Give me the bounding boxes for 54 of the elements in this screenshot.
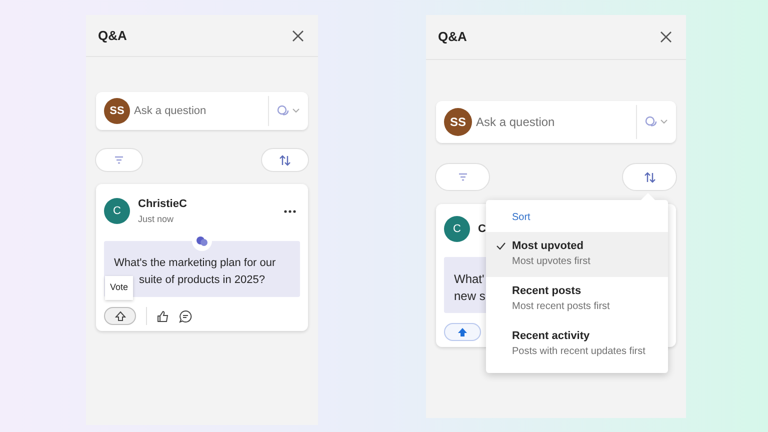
up-arrow-icon <box>457 327 468 337</box>
vote-button[interactable] <box>444 323 481 341</box>
option-description: Most upvotes first <box>512 255 590 269</box>
like-button[interactable] <box>157 310 169 322</box>
chat-question-icon <box>277 105 289 117</box>
question-text: new s <box>454 288 486 305</box>
panel-title: Q&A <box>438 28 467 46</box>
user-avatar: SS <box>104 98 130 124</box>
chevron-down-icon <box>660 119 668 125</box>
reply-button[interactable] <box>179 310 192 322</box>
question-input[interactable]: Ask a question <box>134 102 260 120</box>
sort-option[interactable]: Most upvoted Most upvotes first <box>486 232 668 277</box>
thumbs-up-icon <box>157 310 169 322</box>
check-icon <box>496 242 506 250</box>
ask-field[interactable]: SS Ask a question <box>96 92 308 130</box>
option-label: Recent posts <box>512 284 582 298</box>
sort-arrows-icon <box>279 154 291 166</box>
comment-icon <box>179 310 192 322</box>
question-type-button[interactable] <box>277 105 300 117</box>
close-button[interactable] <box>658 29 674 45</box>
author-avatar: C <box>104 198 130 224</box>
filter-icon <box>458 173 468 181</box>
author-name: C <box>478 222 487 237</box>
more-icon <box>284 210 296 212</box>
post-time: Just now <box>138 212 175 226</box>
option-description: Posts with recent updates first <box>512 345 646 359</box>
filter-icon <box>114 156 124 164</box>
option-label: Most upvoted <box>512 239 584 253</box>
sort-arrows-icon <box>644 172 656 182</box>
up-arrow-icon <box>114 311 126 321</box>
ask-field[interactable]: SS Ask a question <box>436 101 676 143</box>
close-button[interactable] <box>290 28 306 44</box>
close-icon <box>660 31 672 43</box>
option-label: Recent activity <box>512 329 591 343</box>
option-description: Most recent posts first <box>512 300 610 314</box>
question-input[interactable]: Ask a question <box>476 113 628 131</box>
sort-button[interactable] <box>261 148 309 172</box>
question-type-button[interactable] <box>645 116 668 128</box>
close-icon <box>292 30 304 42</box>
author-avatar: C <box>444 216 470 242</box>
vote-tooltip: Vote <box>105 276 134 300</box>
user-avatar: SS <box>444 108 472 136</box>
author-name: ChristieC <box>138 197 188 212</box>
sort-option[interactable]: Recent activity Posts with recent updates first <box>486 322 668 367</box>
question-text: suite of products in 2025? <box>139 273 265 288</box>
question-text: What' <box>454 271 484 288</box>
sort-option[interactable]: Recent posts Most recent posts first <box>486 277 668 322</box>
menu-heading: Sort <box>511 211 532 225</box>
chat-question-icon <box>645 116 657 128</box>
panel-title: Q&A <box>98 26 127 45</box>
vote-button[interactable] <box>104 307 136 325</box>
chevron-down-icon <box>292 108 300 114</box>
question-text: What's the marketing plan for our <box>114 256 276 271</box>
chat-bubbles-icon <box>196 236 208 246</box>
